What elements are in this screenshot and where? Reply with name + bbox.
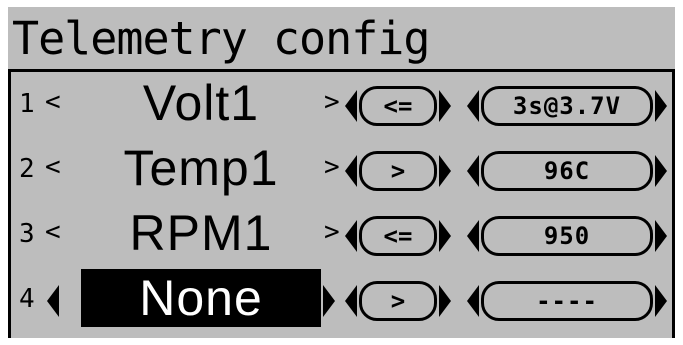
sensor-name-field[interactable]: Temp1	[81, 139, 321, 197]
prev-operator-arrow-icon[interactable]	[345, 220, 357, 252]
next-operator-arrow-icon[interactable]	[439, 155, 451, 187]
threshold-value-field[interactable]: 3s@3.7V	[481, 86, 653, 126]
right-chevron-icon: >	[324, 217, 340, 247]
prev-value-arrow-icon[interactable]	[467, 90, 479, 122]
left-chevron-icon: <	[45, 87, 61, 117]
prev-value-arrow-icon[interactable]	[467, 220, 479, 252]
next-operator-arrow-icon[interactable]	[439, 220, 451, 252]
next-value-arrow-icon[interactable]	[655, 155, 667, 187]
sensor-name-field[interactable]: Volt1	[81, 74, 321, 132]
next-value-arrow-icon[interactable]	[655, 90, 667, 122]
sensor-name-field[interactable]: RPM1	[81, 204, 321, 262]
operator-field[interactable]: <=	[359, 216, 437, 256]
operator-field[interactable]: >	[359, 151, 437, 191]
left-chevron-icon: <	[45, 217, 61, 247]
right-chevron-icon: >	[324, 152, 340, 182]
left-chevron-icon: <	[45, 152, 61, 182]
prev-operator-arrow-icon[interactable]	[345, 155, 357, 187]
operator-field[interactable]: >	[359, 281, 437, 321]
operator-field[interactable]: <=	[359, 86, 437, 126]
telemetry-row-4: 4 None > ----	[11, 269, 675, 331]
lcd-screen: Telemetry config 1 < Volt1 > <= 3s@3.7V …	[8, 7, 675, 338]
telemetry-table: 1 < Volt1 > <= 3s@3.7V 2 < Temp1 > > 96C	[8, 72, 675, 338]
prev-value-arrow-icon[interactable]	[467, 285, 479, 317]
sensor-name-field-selected[interactable]: None	[81, 269, 321, 327]
row-index: 2	[19, 154, 35, 184]
right-chevron-icon: >	[324, 87, 340, 117]
telemetry-row-2: 2 < Temp1 > > 96C	[11, 139, 675, 201]
threshold-value-field[interactable]: 96C	[481, 151, 653, 191]
row-index: 3	[19, 219, 35, 249]
next-value-arrow-icon[interactable]	[655, 220, 667, 252]
row-index: 1	[19, 89, 35, 119]
row-index: 4	[19, 284, 35, 314]
left-chevron-icon	[47, 285, 59, 317]
next-operator-arrow-icon[interactable]	[439, 90, 451, 122]
prev-value-arrow-icon[interactable]	[467, 155, 479, 187]
threshold-value-field[interactable]: ----	[481, 281, 653, 321]
right-chevron-icon	[323, 285, 335, 317]
threshold-value-field[interactable]: 950	[481, 216, 653, 256]
next-operator-arrow-icon[interactable]	[439, 285, 451, 317]
page-title: Telemetry config	[12, 12, 430, 65]
prev-operator-arrow-icon[interactable]	[345, 285, 357, 317]
telemetry-row-1: 1 < Volt1 > <= 3s@3.7V	[11, 74, 675, 136]
prev-operator-arrow-icon[interactable]	[345, 90, 357, 122]
next-value-arrow-icon[interactable]	[655, 285, 667, 317]
telemetry-row-3: 3 < RPM1 > <= 950	[11, 204, 675, 266]
